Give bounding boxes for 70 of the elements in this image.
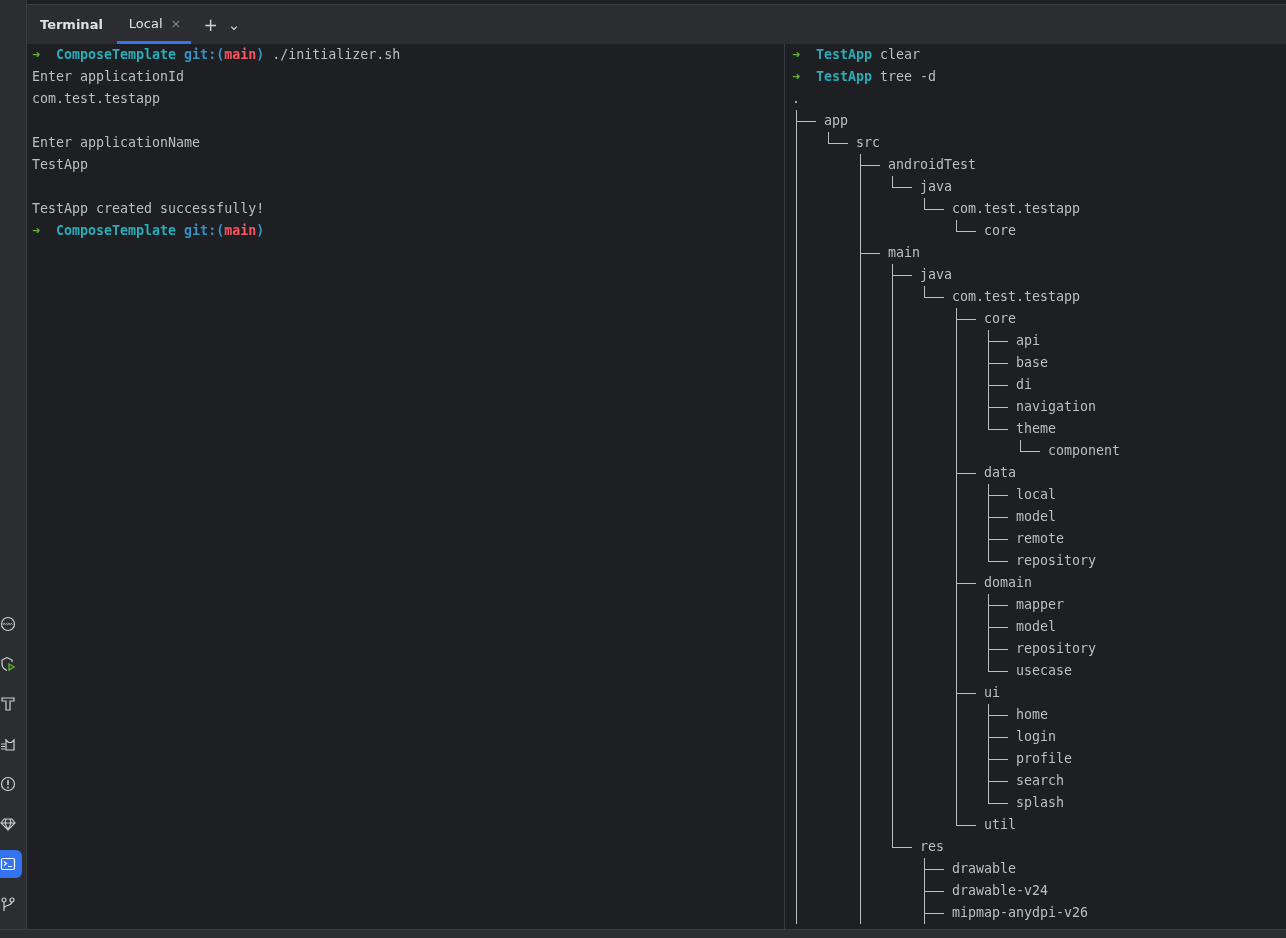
folder-name: com.test.testapp <box>952 288 1081 306</box>
folder-name: repository <box>1016 640 1097 658</box>
folder-name: model <box>1016 508 1057 526</box>
folder-name: util <box>984 816 1017 834</box>
command-text: tree -d <box>880 68 937 86</box>
folder-name: model <box>1016 618 1057 636</box>
directory-name: TestApp <box>816 46 873 64</box>
folder-name: core <box>984 222 1017 240</box>
folder-name: res <box>920 838 945 856</box>
output-text: TestApp created successfully! <box>32 200 265 218</box>
folder-name: base <box>1016 354 1049 372</box>
folder-name: profile <box>1016 750 1073 768</box>
directory-name: ComposeTemplate <box>56 222 177 240</box>
gem-icon <box>0 816 16 832</box>
folder-name: java <box>920 266 953 284</box>
output-text: Enter applicationName <box>32 134 201 152</box>
folder-name: main <box>888 244 921 262</box>
branch-icon <box>0 896 16 912</box>
prompt-arrow: ➜ <box>32 222 40 240</box>
folder-name: repository <box>1016 552 1097 570</box>
command-text: ./initializer.sh <box>272 46 401 64</box>
cat-icon <box>0 736 16 752</box>
folder-name: api <box>1016 332 1041 350</box>
directory-name: ComposeTemplate <box>56 46 177 64</box>
folder-name: theme <box>1016 420 1057 438</box>
folder-name: core <box>984 310 1017 328</box>
folder-name: app <box>824 112 849 130</box>
prompt-arrow: ➜ <box>792 68 800 86</box>
git-branch: git:(main) <box>184 46 265 64</box>
folder-name: navigation <box>1016 398 1097 416</box>
tool-window-button[interactable] <box>0 850 22 878</box>
folder-name: usecase <box>1016 662 1073 680</box>
terminal-icon <box>0 856 16 872</box>
folder-name: drawable-v24 <box>952 882 1049 900</box>
folder-name: component <box>1048 442 1121 460</box>
prompt-arrow: ➜ <box>792 46 800 64</box>
directory-name: TestApp <box>816 68 873 86</box>
command-text: clear <box>880 46 921 64</box>
folder-name: splash <box>1016 794 1065 812</box>
folder-name: java <box>920 178 953 196</box>
folder-name: drawable <box>952 860 1017 878</box>
folder-name: remote <box>1016 530 1065 548</box>
folder-name: . <box>792 90 800 108</box>
folder-name: login <box>1016 728 1057 746</box>
folder-name: ui <box>984 684 1001 702</box>
folder-name: local <box>1016 486 1057 504</box>
folder-name: data <box>984 464 1017 482</box>
terminal-tab[interactable]: Local × <box>116 5 192 44</box>
prompt-arrow: ➜ <box>32 46 40 64</box>
tool-window-title: Terminal <box>40 17 103 32</box>
close-icon[interactable]: × <box>170 15 182 31</box>
folder-name: domain <box>984 574 1033 592</box>
add-tab-button[interactable]: + <box>203 14 218 35</box>
folder-name: androidTest <box>888 156 977 174</box>
folder-name: home <box>1016 706 1049 724</box>
folder-name: search <box>1016 772 1065 790</box>
output-text: com.test.testapp <box>32 90 161 108</box>
folder-name: mapper <box>1016 596 1065 614</box>
folder-name: mipmap-anydpi-v26 <box>952 904 1089 922</box>
alert-icon <box>0 776 16 792</box>
shield-play-icon <box>0 656 16 672</box>
hammer-icon <box>0 696 16 712</box>
folder-name: di <box>1016 376 1033 394</box>
output-text: TestApp <box>32 156 89 174</box>
output-text: Enter applicationId <box>32 68 185 86</box>
folder-name: src <box>856 134 881 152</box>
folder-name: com.test.testapp <box>952 200 1081 218</box>
dropdown-button[interactable]: ⌄ <box>227 15 241 34</box>
wave-icon <box>0 616 16 632</box>
git-branch: git:(main) <box>184 222 265 240</box>
